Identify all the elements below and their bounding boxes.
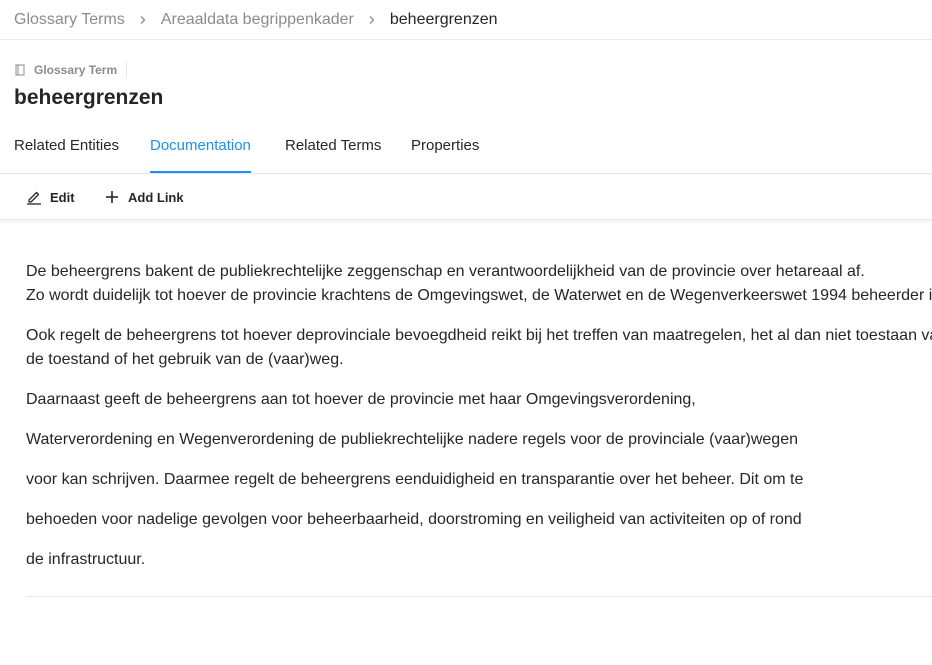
edit-button-label: Edit xyxy=(50,189,75,205)
tab-documentation[interactable]: Documentation xyxy=(150,128,251,173)
divider xyxy=(126,62,128,78)
edit-icon xyxy=(26,189,42,205)
tab-bar: Related Entities Documentation Related T… xyxy=(0,128,932,174)
tab-related-entities[interactable]: Related Entities xyxy=(14,128,119,173)
doc-line: de toestand of het gebruik van de (vaar)… xyxy=(26,351,344,368)
chevron-right-icon xyxy=(367,15,377,25)
doc-paragraph: De beheergrens bakent de publiekrechteli… xyxy=(26,260,932,308)
doc-paragraph: Daarnaast geeft de beheergrens aan tot h… xyxy=(26,388,932,412)
doc-line: Daarnaast geeft de beheergrens aan tot h… xyxy=(26,391,696,408)
doc-paragraph: Waterverordening en Wegenverordening de … xyxy=(26,428,932,452)
breadcrumb: Glossary Terms Areaaldata begrippenkader… xyxy=(0,0,932,40)
edit-button[interactable]: Edit xyxy=(26,185,75,209)
doc-line: de infrastructuur. xyxy=(26,551,146,568)
doc-line: Ook regelt de beheergrens tot hoever dep… xyxy=(26,327,932,344)
doc-paragraph: behoeden voor nadelige gevolgen voor beh… xyxy=(26,508,932,532)
divider xyxy=(26,596,932,597)
doc-line: behoeden voor nadelige gevolgen voor beh… xyxy=(26,511,802,528)
chevron-right-icon xyxy=(138,15,148,25)
add-link-button-label: Add Link xyxy=(128,189,184,205)
add-link-button[interactable]: Add Link xyxy=(104,185,184,209)
entity-type-label: Glossary Term xyxy=(34,63,118,77)
documentation-content: De beheergrens bakent de publiekrechteli… xyxy=(26,260,932,588)
documentation-toolbar: Edit Add Link xyxy=(0,174,932,220)
doc-paragraph: Ook regelt de beheergrens tot hoever dep… xyxy=(26,324,932,372)
plus-icon xyxy=(104,189,120,205)
tab-properties[interactable]: Properties xyxy=(411,128,479,173)
breadcrumb-glossary-terms[interactable]: Glossary Terms xyxy=(14,11,125,29)
doc-line: voor kan schrijven. Daarmee regelt de be… xyxy=(26,471,804,488)
page-title: beheergrenzen xyxy=(14,86,164,109)
book-icon xyxy=(14,64,26,76)
breadcrumb-current: beheergrenzen xyxy=(389,10,498,28)
doc-paragraph: voor kan schrijven. Daarmee regelt de be… xyxy=(26,468,932,492)
breadcrumb-areaaldata-begrippenkader[interactable]: Areaaldata begrippenkader xyxy=(161,11,354,29)
doc-line: Zo wordt duidelijk tot hoever de provinc… xyxy=(26,287,932,304)
doc-paragraph: de infrastructuur. xyxy=(26,548,932,572)
entity-type: Glossary Term xyxy=(14,62,128,78)
tab-related-terms[interactable]: Related Terms xyxy=(285,128,381,173)
doc-line: De beheergrens bakent de publiekrechteli… xyxy=(26,263,865,280)
doc-line: Waterverordening en Wegenverordening de … xyxy=(26,431,798,448)
